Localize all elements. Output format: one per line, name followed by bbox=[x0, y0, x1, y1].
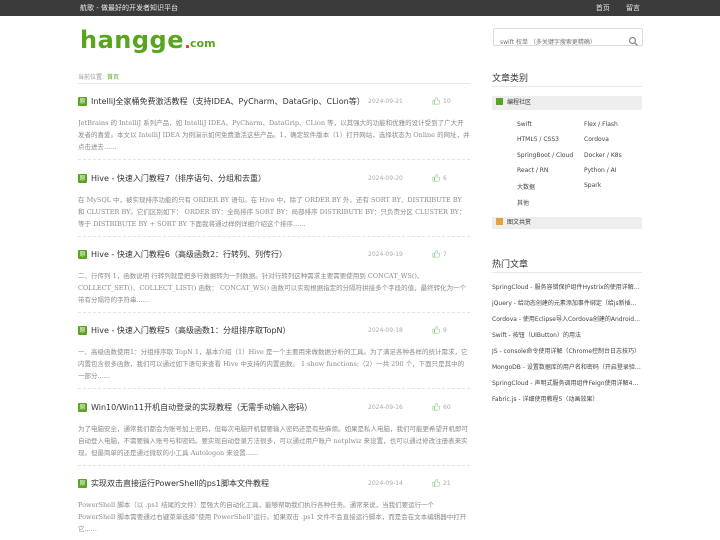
article-item: 原 Hive - 快速入门教程7（排序语句、分组和去重） 2024-09-20 … bbox=[78, 173, 470, 237]
category-link[interactable]: 大数据 bbox=[517, 182, 535, 191]
hot-article-link[interactable]: SpringCloud - 声明式服务调用组件Feign使用详解4（继承特性） bbox=[492, 378, 642, 387]
hot-article-link[interactable]: JS - console命令使用详解（Chrome控制台日志技巧） bbox=[492, 346, 642, 355]
divider bbox=[492, 272, 642, 273]
hot-article-link[interactable]: SpringCloud - 服务容错保护组件Hystrix的使用详解4（服务降级… bbox=[492, 282, 642, 291]
categories-heading: 文章类别 bbox=[492, 74, 529, 84]
nav-home-link[interactable]: 首页 bbox=[596, 4, 610, 12]
thumbs-up-icon bbox=[432, 97, 440, 105]
divider bbox=[492, 86, 642, 87]
article-title-link[interactable]: 实现双击直接运行PowerShell的ps1脚本文件教程 bbox=[91, 478, 269, 490]
article-excerpt: 二、行传列 1，函数说明 行转列就是把多行数据转为一列数据。针对行转列这种需求主… bbox=[78, 272, 467, 304]
article-title-link[interactable]: Hive - 快速入门教程5（高级函数1：分组排序取TopN） bbox=[91, 325, 291, 337]
category-group-gallery[interactable]: 图文共赏 bbox=[492, 217, 642, 229]
top-bar: 航歌 - 做最好的开发者知识平台 首页 留言 bbox=[0, 0, 720, 16]
nav-guestbook-link[interactable]: 留言 bbox=[626, 4, 640, 12]
article-date: 2024-09-21 bbox=[368, 98, 403, 105]
article-excerpt: 在 MySQL 中，被实现排序功能的只有 ORDER BY 语句。在 Hive … bbox=[78, 196, 466, 228]
original-badge: 原 bbox=[78, 174, 87, 183]
hot-articles-heading: 热门文章 bbox=[492, 260, 529, 270]
search-input[interactable] bbox=[494, 34, 620, 51]
article-item: 原 IntelliJ全家桶免费激活教程（支持IDEA、PyCharm、DataG… bbox=[78, 96, 470, 160]
hot-article-link[interactable]: MongoDB - 设置数据库的用户名和密码（开启登录验证） bbox=[492, 362, 642, 371]
site-slogan: 航歌 - 做最好的开发者知识平台 bbox=[80, 4, 178, 12]
original-badge: 原 bbox=[78, 479, 87, 488]
search-box bbox=[493, 28, 643, 51]
like-count[interactable]: 6 bbox=[432, 174, 447, 182]
thumbs-up-icon bbox=[432, 326, 440, 334]
hot-article-link[interactable]: Fabric.js - 详细使用教程5（动画效果） bbox=[492, 394, 642, 403]
article-item: 原 Win10/Win11开机自动登录的实现教程（无需手动输入密码） 2024-… bbox=[78, 402, 470, 466]
image-icon bbox=[496, 218, 503, 225]
category-link[interactable]: SpringBoot / Cloud bbox=[517, 152, 573, 159]
category-link[interactable]: Cordova bbox=[584, 136, 609, 143]
thumbs-up-icon bbox=[432, 479, 440, 487]
article-item: 原 实现双击直接运行PowerShell的ps1脚本文件教程 2024-09-1… bbox=[78, 478, 470, 535]
thumbs-up-icon bbox=[432, 174, 440, 182]
category-link[interactable]: Swift bbox=[517, 121, 532, 128]
article-date: 2024-09-18 bbox=[368, 327, 403, 334]
article-date: 2024-09-19 bbox=[368, 251, 403, 258]
divider bbox=[78, 236, 470, 237]
hot-article-link[interactable]: Swift - 按钮（UIButton）的用法 bbox=[492, 330, 642, 339]
article-title-link[interactable]: Hive - 快速入门教程7（排序语句、分组和去重） bbox=[91, 173, 266, 185]
like-count[interactable]: 10 bbox=[432, 97, 451, 105]
thumbs-up-icon bbox=[432, 403, 440, 411]
category-group-programming[interactable]: 编程社区 bbox=[492, 96, 642, 110]
category-link[interactable]: React / RN bbox=[517, 167, 548, 174]
original-badge: 原 bbox=[78, 250, 87, 259]
folder-icon bbox=[496, 98, 503, 105]
article-excerpt: PowerShell 脚本（以 .ps1 结尾的文件）是强大的自动化工具，能够帮… bbox=[78, 501, 467, 533]
category-link[interactable]: 其他 bbox=[517, 198, 529, 207]
like-count[interactable]: 9 bbox=[432, 326, 447, 334]
article-title-link[interactable]: Win10/Win11开机自动登录的实现教程（无需手动输入密码） bbox=[91, 402, 312, 414]
divider bbox=[78, 465, 470, 466]
article-item: 原 Hive - 快速入门教程6（高级函数2：行转列、列传行） 2024-09-… bbox=[78, 249, 470, 313]
article-item: 原 Hive - 快速入门教程5（高级函数1：分组排序取TopN） 2024-0… bbox=[78, 325, 470, 389]
original-badge: 原 bbox=[78, 97, 87, 106]
category-link[interactable]: Docker / K8s bbox=[584, 152, 622, 159]
divider bbox=[78, 388, 470, 389]
thumbs-up-icon bbox=[432, 250, 440, 258]
search-icon[interactable] bbox=[628, 32, 639, 46]
category-link[interactable]: Spark bbox=[584, 182, 601, 189]
divider bbox=[78, 159, 470, 160]
divider bbox=[78, 312, 470, 313]
hot-article-link[interactable]: jQuery - 给动态创建的元素添加事件绑定（给js新插入的元素绑定事件） bbox=[492, 298, 642, 307]
breadcrumb: 当前位置: 首页 bbox=[78, 74, 120, 81]
site-logo[interactable]: hangge com bbox=[80, 24, 216, 52]
article-date: 2024-09-16 bbox=[368, 404, 403, 411]
top-nav: 首页 留言 bbox=[582, 0, 640, 16]
article-date: 2024-09-20 bbox=[368, 175, 403, 182]
article-excerpt: 一、高级函数使用1：分组排序取 TopN 1，基本介绍（1）Hive 是一个主要… bbox=[78, 348, 468, 380]
breadcrumb-home-link[interactable]: 首页 bbox=[107, 74, 119, 81]
category-link[interactable]: Flex / Flash bbox=[584, 121, 618, 128]
article-excerpt: 为了电脑安全，通常我们都会为账号加上密码，但每次电脑开机都要输入密码还是有些麻烦… bbox=[78, 425, 468, 457]
category-link[interactable]: Python / AI bbox=[584, 167, 617, 174]
original-badge: 原 bbox=[78, 403, 87, 412]
original-badge: 原 bbox=[78, 326, 87, 335]
hot-article-link[interactable]: Cordova - 使用Eclipse导入Cordova创建的Android工程 bbox=[492, 314, 642, 323]
like-count[interactable]: 60 bbox=[432, 403, 451, 411]
like-count[interactable]: 7 bbox=[432, 250, 447, 258]
article-date: 2024-09-14 bbox=[368, 480, 403, 487]
like-count[interactable]: 21 bbox=[432, 479, 451, 487]
article-title-link[interactable]: Hive - 快速入门教程6（高级函数2：行转列、列传行） bbox=[91, 249, 287, 261]
article-title-link[interactable]: IntelliJ全家桶免费激活教程（支持IDEA、PyCharm、DataGri… bbox=[91, 96, 365, 108]
divider bbox=[78, 83, 470, 84]
category-link[interactable]: HTML5 / CSS3 bbox=[517, 136, 559, 143]
article-excerpt: JetBrains 的 IntelliJ 系列产品，如 IntelliJ IDE… bbox=[78, 119, 470, 151]
